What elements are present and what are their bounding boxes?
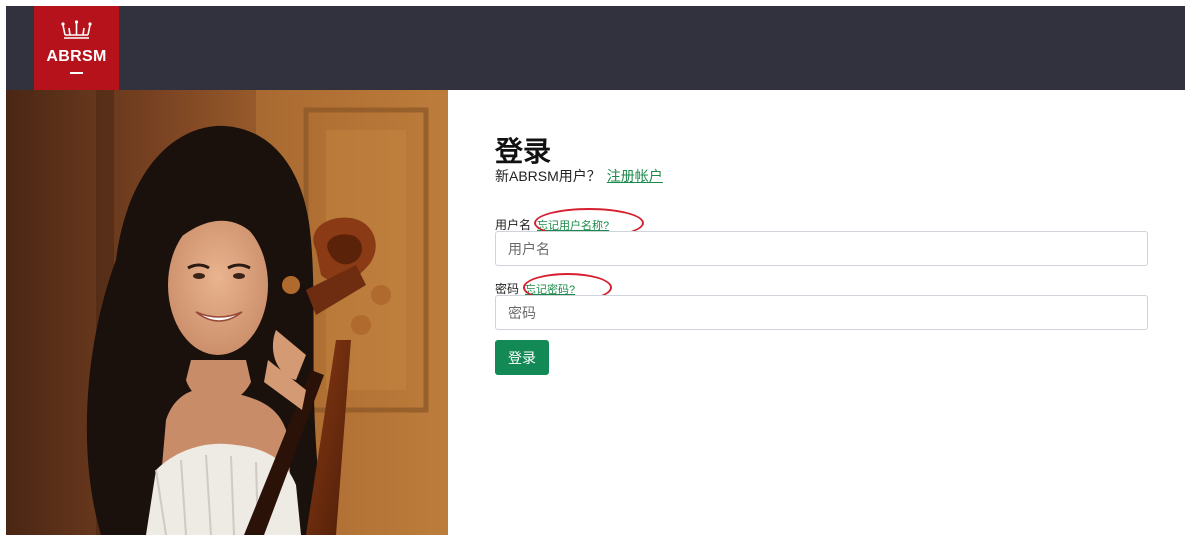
girl-with-cello-photo	[6, 90, 448, 535]
signup-prompt: 新ABRSM用户？ 注册帐户	[495, 166, 663, 186]
register-account-link[interactable]: 注册帐户	[607, 168, 663, 184]
new-user-text: 新ABRSM用户？	[495, 168, 601, 184]
logo-underline	[70, 72, 83, 74]
login-button[interactable]: 登录	[495, 340, 549, 375]
username-input[interactable]	[495, 231, 1148, 266]
password-input[interactable]	[495, 295, 1148, 330]
page-title: 登录	[495, 136, 552, 167]
password-label: 密码	[495, 282, 520, 296]
login-form: 登录 新ABRSM用户？注册帐户 用户名忘记用户名称? 密码忘记密码? 登录	[448, 90, 1185, 535]
top-navigation-bar: ABRSM	[6, 6, 1185, 90]
username-label: 用户名	[495, 218, 532, 232]
crown-icon	[34, 20, 119, 47]
logo-text: ABRSM	[46, 48, 107, 65]
abrsm-logo[interactable]: ABRSM	[34, 6, 119, 90]
